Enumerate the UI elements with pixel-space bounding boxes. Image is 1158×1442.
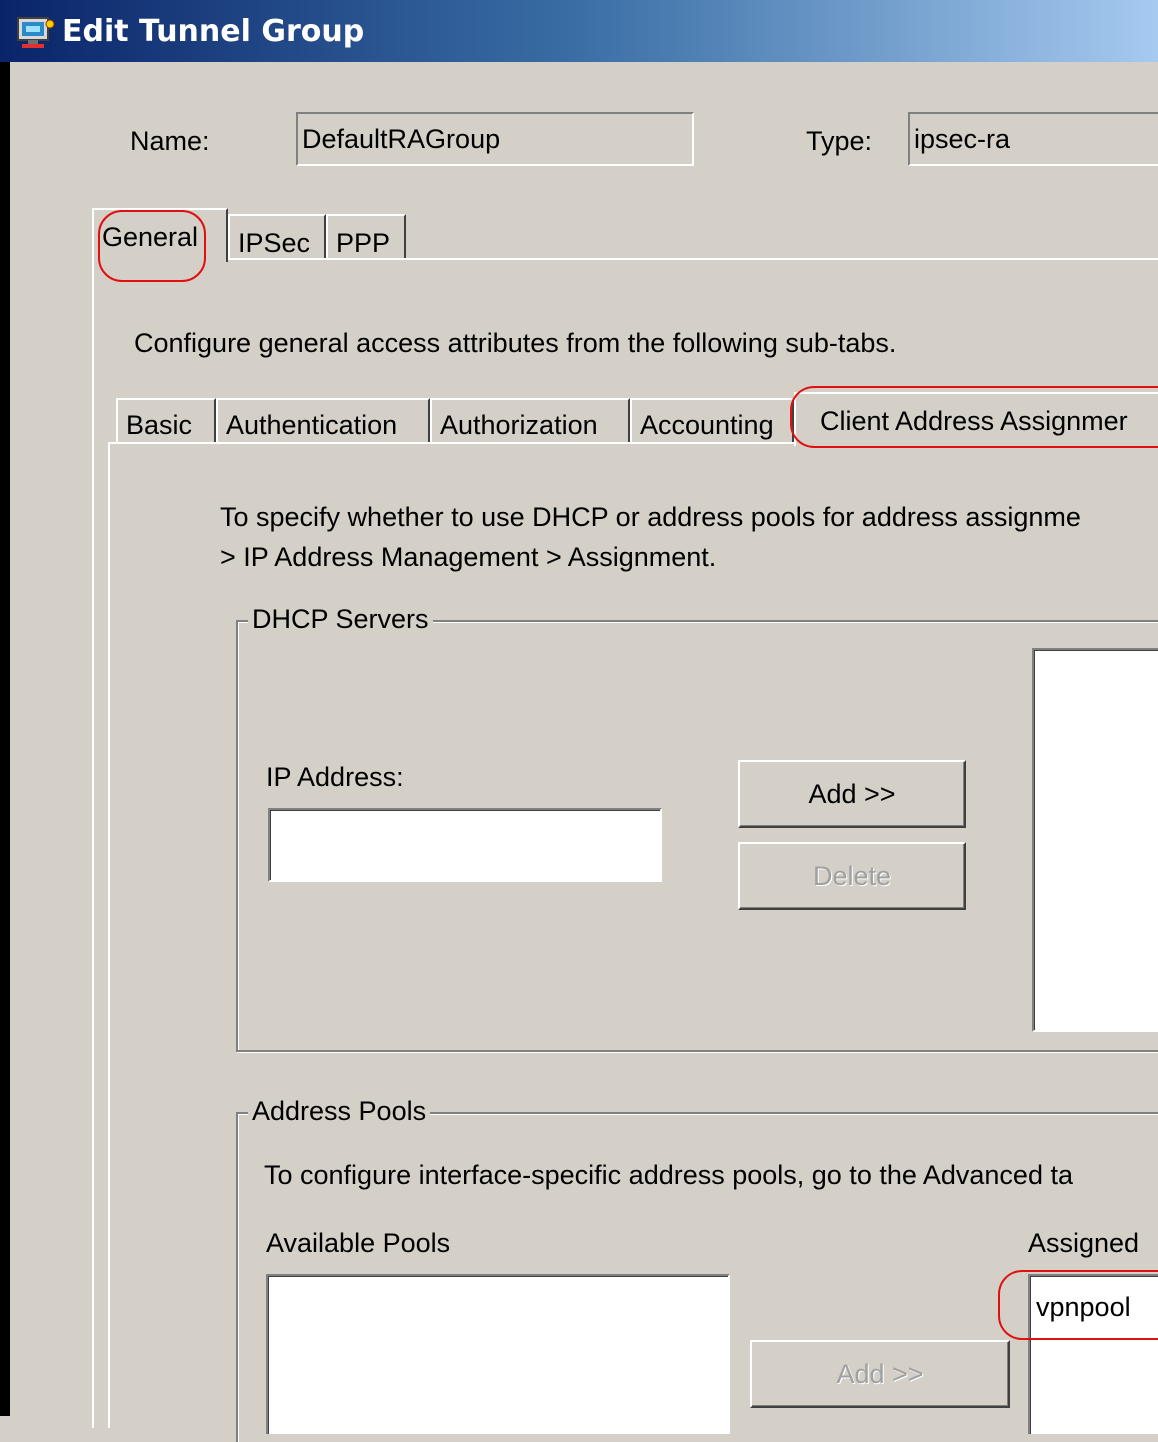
dhcp-delete-button[interactable]: Delete [738, 842, 966, 910]
subtab-authorization[interactable]: Authorization [430, 398, 630, 442]
client-address-instructions-line1: To specify whether to use DHCP or addres… [220, 502, 1081, 532]
ip-address-input[interactable] [268, 808, 662, 882]
available-pools-label: Available Pools [266, 1228, 451, 1258]
name-value: DefaultRAGroup [302, 124, 501, 154]
client-address-instructions-line2: > IP Address Management > Assignment. [220, 542, 717, 572]
pools-add-button[interactable]: Add >> [750, 1340, 1010, 1408]
address-pools-instructions: To configure interface-specific address … [264, 1160, 1073, 1190]
annotation-assigned-pool [998, 1270, 1158, 1340]
assigned-pools-label: Assigned [1028, 1228, 1140, 1258]
tab-ppp[interactable]: PPP [326, 214, 406, 258]
type-label: Type: [806, 126, 873, 156]
dhcp-servers-list[interactable] [1032, 648, 1158, 1032]
subtab-basic[interactable]: Basic [116, 398, 216, 442]
available-pools-list[interactable] [266, 1274, 730, 1434]
type-value: ipsec-ra [914, 124, 1011, 154]
name-field[interactable]: DefaultRAGroup [296, 112, 694, 166]
dhcp-add-button[interactable]: Add >> [738, 760, 966, 828]
tab-ipsec[interactable]: IPSec [228, 214, 326, 258]
address-pools-legend: Address Pools [248, 1098, 431, 1125]
general-description: Configure general access attributes from… [134, 328, 897, 358]
window-title: Edit Tunnel Group [62, 14, 365, 49]
window-left-border [0, 62, 10, 1416]
subtab-authentication[interactable]: Authentication [216, 398, 430, 442]
network-app-icon [16, 14, 56, 50]
name-label: Name: [130, 126, 210, 156]
annotation-client-address-tab [790, 386, 1158, 448]
ip-address-label: IP Address: [266, 762, 404, 792]
subtab-accounting[interactable]: Accounting [630, 398, 794, 442]
type-field[interactable]: ipsec-ra [908, 112, 1158, 166]
annotation-general-tab [98, 210, 206, 282]
dhcp-servers-legend: DHCP Servers [248, 606, 433, 633]
